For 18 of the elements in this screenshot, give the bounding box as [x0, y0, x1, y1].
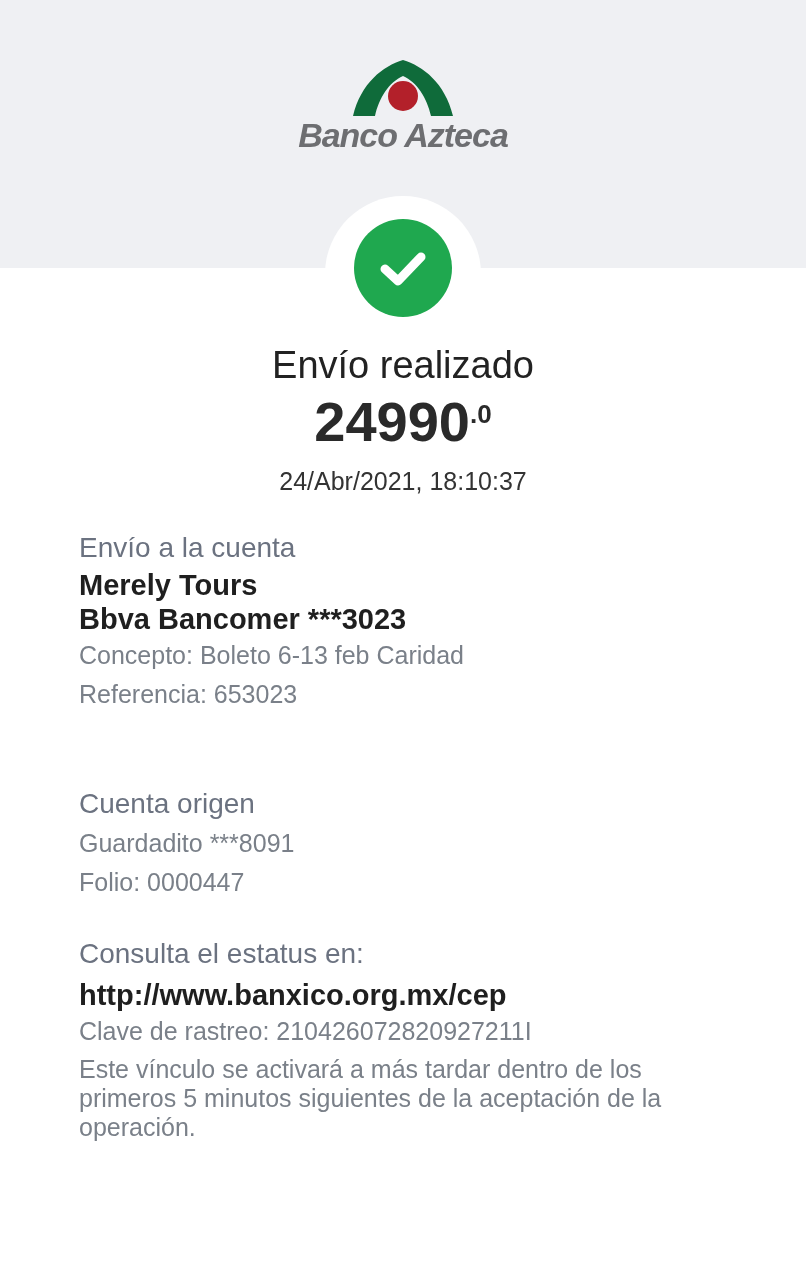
- concept-text: Concepto: Boleto 6-13 feb Caridad: [79, 639, 465, 671]
- tracking-key: Clave de rastreo: 210426072820927211I: [79, 1011, 806, 1051]
- section-heading: Envío a la cuenta: [79, 530, 297, 565]
- folio-text: Folio: 0000447: [79, 866, 246, 898]
- amount: 24990$^{.0}$: [313, 391, 493, 453]
- logo-icon: [353, 58, 453, 118]
- recipient-name: Merely Tours: [79, 567, 259, 602]
- status-link[interactable]: http://www.banxico.org.mx/cep: [79, 977, 507, 1012]
- recipient-account: Bbva Bancomer ***3023: [79, 601, 408, 636]
- status-title: Envío realizado: [271, 344, 535, 387]
- datetime: 24/Abr/2021, 18:10:37: [278, 466, 528, 496]
- logo-text: Banco Azteca: [298, 118, 508, 152]
- reference-text: Referencia: 653023: [79, 678, 299, 710]
- activation-note: Este vínculo se activará a más tardar dentro de los primeros 5 minutos siguientes de la aceptación de la operación.: [79, 1054, 663, 1142]
- section-heading: Cuenta origen: [79, 786, 256, 821]
- origin-account: Guardadito ***8091: [79, 827, 296, 859]
- section-heading: Consulta el estatus en:: [79, 936, 365, 971]
- check-icon: [354, 219, 452, 317]
